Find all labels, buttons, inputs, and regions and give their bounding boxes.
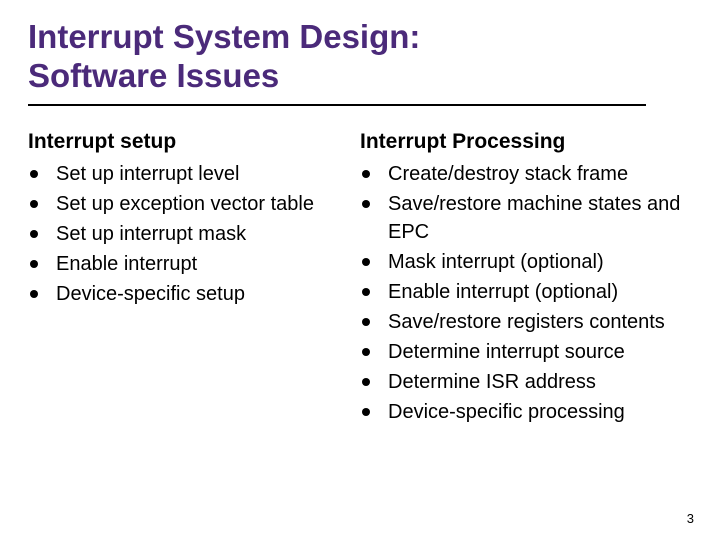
list-item: Enable interrupt <box>28 250 350 278</box>
title-line-1: Interrupt System Design: <box>28 18 420 55</box>
page-number: 3 <box>687 511 694 526</box>
column-right: Interrupt Processing Create/destroy stac… <box>360 130 692 428</box>
bullet-list: Set up interrupt level Set up exception … <box>28 160 350 308</box>
list-item: Save/restore machine states and EPC <box>360 190 682 246</box>
list-item: Determine interrupt source <box>360 338 682 366</box>
list-item: Device-specific setup <box>28 280 350 308</box>
column-heading: Interrupt setup <box>28 130 350 154</box>
list-item: Save/restore registers contents <box>360 308 682 336</box>
title-line-2: Software Issues <box>28 57 279 94</box>
content-columns: Interrupt setup Set up interrupt level S… <box>28 130 692 428</box>
column-heading: Interrupt Processing <box>360 130 682 154</box>
list-item: Set up interrupt mask <box>28 220 350 248</box>
list-item: Determine ISR address <box>360 368 682 396</box>
list-item: Enable interrupt (optional) <box>360 278 682 306</box>
list-item: Device-specific processing <box>360 398 682 426</box>
list-item: Create/destroy stack frame <box>360 160 682 188</box>
bullet-list: Create/destroy stack frame Save/restore … <box>360 160 682 426</box>
list-item: Mask interrupt (optional) <box>360 248 682 276</box>
list-item: Set up exception vector table <box>28 190 350 218</box>
list-item: Set up interrupt level <box>28 160 350 188</box>
column-left: Interrupt setup Set up interrupt level S… <box>28 130 360 428</box>
slide-title: Interrupt System Design: Software Issues <box>28 18 646 106</box>
